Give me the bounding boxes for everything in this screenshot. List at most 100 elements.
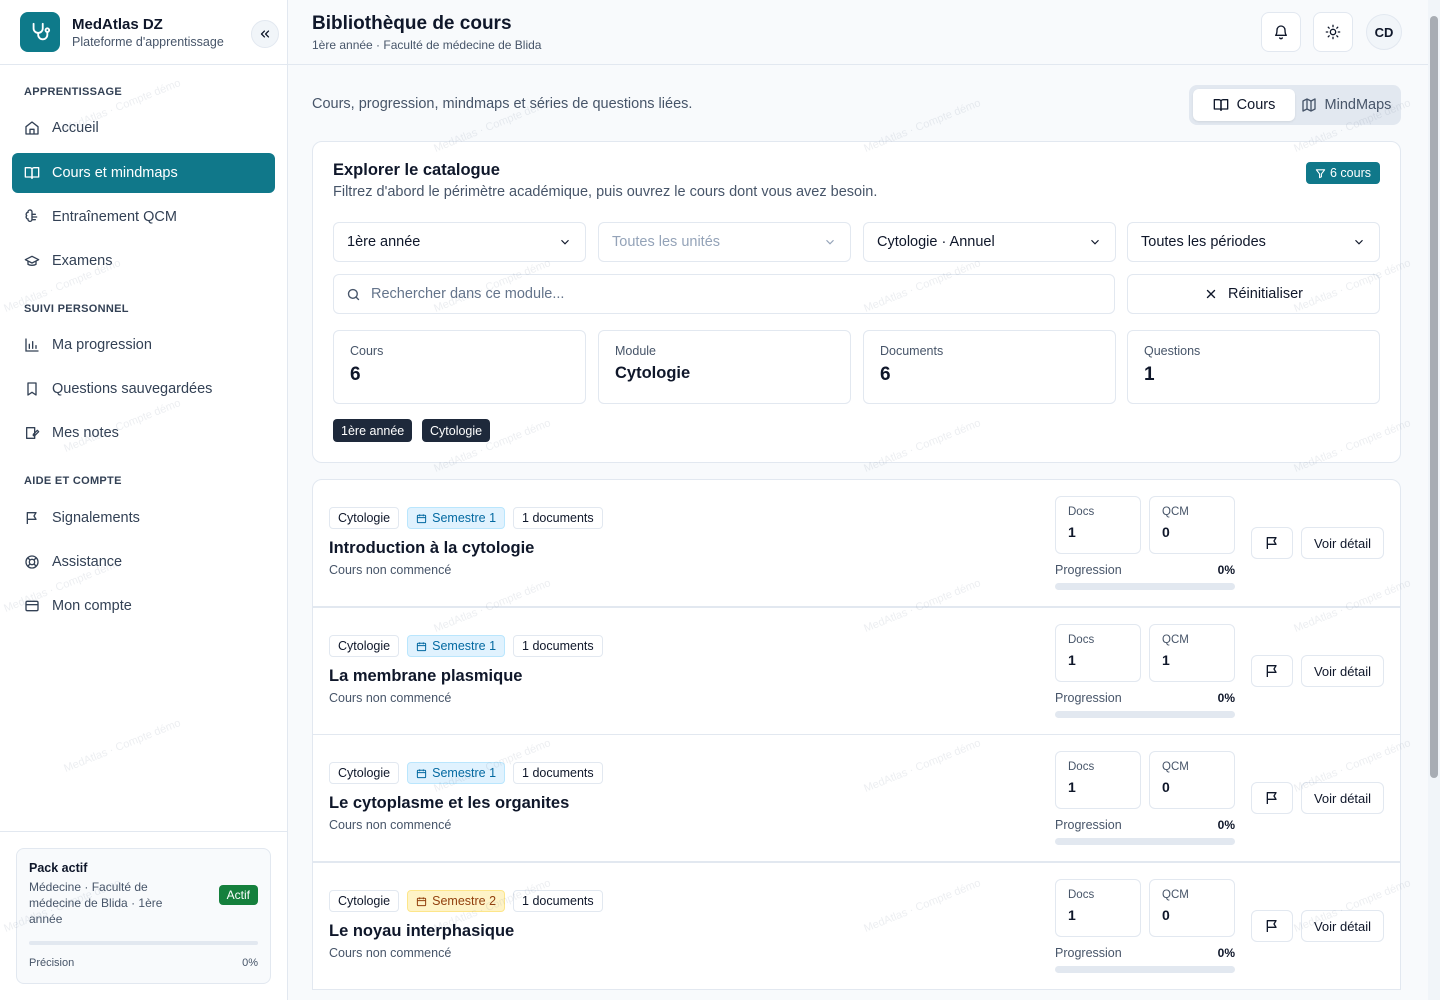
qcm-count: QCM 1 [1149,624,1235,682]
stat-label: Cours [350,344,384,358]
docs-label: Docs [1068,506,1095,518]
search-icon [347,288,360,300]
year-select-value: 1ère année [347,234,421,250]
qcm-label: QCM [1162,634,1189,646]
module-select-value: Cytologie · Annuel [877,234,995,250]
brand-title: MedAtlas DZ [72,15,163,33]
theme-toggle-button[interactable] [1313,12,1353,52]
sidebar-item-label: Ma progression [52,337,152,353]
stat-value: 6 [350,364,361,385]
course-card[interactable]: Cytologie Semestre 1 1 documents Introdu… [312,479,1401,607]
course-title[interactable]: Introduction à la cytologie [329,539,534,558]
view-toggle: Cours MindMaps [1189,85,1401,125]
semester-label: Semestre 2 [432,894,497,908]
reset-button[interactable]: Réinitialiser [1127,274,1380,314]
catalog-subtitle: Filtrez d'abord le périmètre académique,… [333,184,878,200]
course-title[interactable]: Le cytoplasme et les organites [329,794,569,813]
progress-value: 0% [1217,818,1235,832]
sidebar-item-compte[interactable]: Mon compte [12,586,275,626]
active-filter-chip[interactable]: Cytologie [422,419,491,442]
course-title[interactable]: La membrane plasmique [329,667,522,686]
flag-icon [24,510,40,526]
chevron-down-icon [561,239,569,245]
stat-value: Cytologie [615,364,691,382]
semester-tag: Semestre 1 [407,507,506,529]
chevron-down-icon [1091,239,1099,245]
sidebar-item-notes[interactable]: Mes notes [12,413,275,453]
view-detail-button[interactable]: Voir détail [1301,527,1384,559]
qcm-count: QCM 0 [1149,751,1235,809]
calendar-icon [416,896,427,906]
search-input[interactable] [371,286,1071,302]
docs-label: Docs [1068,634,1095,646]
sidebar-item-signalements[interactable]: Signalements [12,498,275,538]
progress-value: 0% [1217,563,1235,577]
course-card[interactable]: Cytologie Semestre 1 1 documents Le cyto… [312,734,1401,862]
semester-tag: Semestre 1 [407,635,506,657]
course-status: Cours non commencé [329,563,452,577]
sidebar: MedAtlas DZ Plateforme d'apprentissage A… [0,0,288,1000]
year-select[interactable]: 1ère année [333,222,586,262]
docs-count: Docs 1 [1055,624,1141,682]
scroll-thumb[interactable] [1430,16,1438,778]
report-button[interactable] [1251,782,1293,814]
view-detail-button[interactable]: Voir détail [1301,782,1384,814]
page-subtitle: 1ère année · Faculté de médecine de Blid… [312,38,542,52]
tab-cours[interactable]: Cours [1193,89,1295,121]
search-field[interactable] [333,274,1115,314]
brand[interactable]: MedAtlas DZ Plateforme d'apprentissage [0,0,287,65]
unit-select[interactable]: Toutes les unités [598,222,851,262]
sidebar-item-progression[interactable]: Ma progression [12,325,275,365]
sidebar-item-sauvegardees[interactable]: Questions sauvegardées [12,369,275,409]
qcm-count: QCM 0 [1149,879,1235,937]
view-detail-button[interactable]: Voir détail [1301,910,1384,942]
scrollbar[interactable] [1428,0,1440,1000]
notifications-button[interactable] [1261,12,1301,52]
stat-label: Documents [880,344,944,358]
course-card[interactable]: Cytologie Semestre 1 1 documents La memb… [312,607,1401,735]
report-button[interactable] [1251,655,1293,687]
sidebar-item-assistance[interactable]: Assistance [12,542,275,582]
active-filter-chip[interactable]: 1ère année [333,419,413,442]
reset-label: Réinitialiser [1228,286,1303,302]
stethoscope-icon [20,12,60,52]
period-select[interactable]: Toutes les périodes [1127,222,1380,262]
module-tag: Cytologie [329,762,400,784]
nav-section-suivi: SUIVI PERSONNEL [24,303,129,315]
course-card[interactable]: Cytologie Semestre 2 1 documents Le noya… [312,862,1401,990]
bell-icon [1275,25,1287,40]
module-tag: Cytologie [329,507,400,529]
tab-mindmaps[interactable]: MindMaps [1295,89,1397,121]
sidebar-item-label: Mes notes [52,425,119,441]
pack-footer-label: Précision [29,957,75,969]
progress-bar [1055,838,1235,845]
module-select[interactable]: Cytologie · Annuel [863,222,1116,262]
sidebar-item-label: Assistance [52,554,123,570]
view-detail-button[interactable]: Voir détail [1301,655,1384,687]
catalog-title: Explorer le catalogue [333,161,500,179]
progress-bar [1055,711,1235,718]
report-button[interactable] [1251,910,1293,942]
semester-tag: Semestre 2 [407,890,506,912]
course-status: Cours non commencé [329,818,452,832]
semester-label: Semestre 1 [432,511,497,525]
pack-description: Médecine · Faculté de médecine de Blida … [29,880,163,926]
close-icon [1206,289,1216,299]
semester-tag: Semestre 1 [407,762,506,784]
chevron-down-icon [1355,239,1363,245]
sidebar-item-qcm[interactable]: Entraînement QCM [12,197,275,237]
avatar[interactable]: CD [1366,14,1402,50]
sidebar-item-accueil[interactable]: Accueil [12,108,275,148]
collapse-sidebar-button[interactable] [251,20,279,48]
sidebar-item-label: Examens [52,253,113,269]
sidebar-item-cours[interactable]: Cours et mindmaps [12,153,275,193]
course-title[interactable]: Le noyau interphasique [329,922,514,941]
report-button[interactable] [1251,527,1293,559]
progress-label: Progression [1055,818,1122,832]
sidebar-item-label: Entraînement QCM [52,209,177,225]
unit-select-value: Toutes les unités [612,234,721,250]
brand-subtitle: Plateforme d'apprentissage [72,34,224,49]
page-title: Bibliothèque de cours [312,13,512,34]
progress-label: Progression [1055,691,1122,705]
sidebar-item-examens[interactable]: Examens [12,241,275,281]
